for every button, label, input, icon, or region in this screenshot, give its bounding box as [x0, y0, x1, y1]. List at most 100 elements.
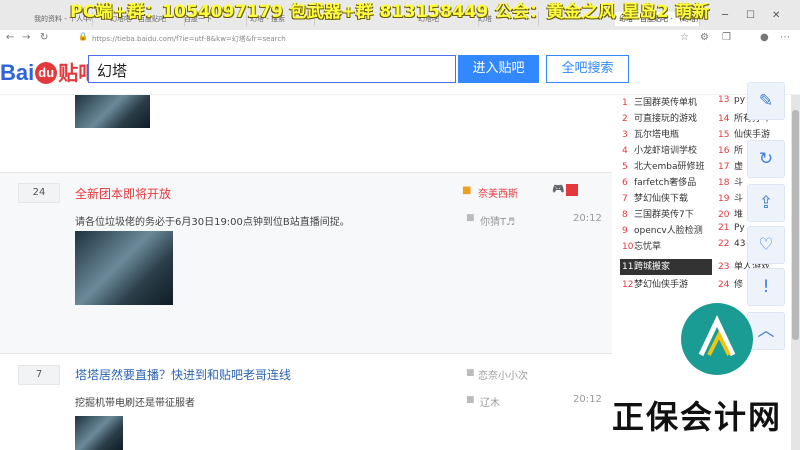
thread-image-partial[interactable] [75, 416, 123, 450]
all-search-button[interactable]: 全吧搜索 [546, 55, 629, 83]
thread-image-partial[interactable] [75, 95, 150, 128]
hot-name: 三国群英传7下 [634, 210, 694, 220]
hot-list-item[interactable]: 8 三国群英传7下 [622, 207, 694, 223]
star-icon[interactable]: ☆ [680, 32, 689, 43]
hot-list-item[interactable]: 5 北大emba研修班 [622, 159, 705, 175]
hot-name: farfetch奢侈品 [634, 178, 697, 188]
hot-rank: 15 [718, 130, 730, 140]
hot-name: py [734, 95, 746, 105]
refresh-sync-icon[interactable]: ↻ [747, 140, 785, 178]
extensions-icon[interactable]: ⚙ [700, 32, 709, 43]
hot-list-item[interactable]: 18 斗 [718, 175, 743, 191]
collections-icon[interactable]: ❐ [722, 32, 731, 43]
hot-rank: 21 [718, 223, 730, 233]
hot-name: 忘忧草 [634, 242, 662, 252]
hot-list-item[interactable]: 19 斗 [718, 191, 743, 207]
lock-icon: 🔒 [78, 32, 88, 41]
enter-tieba-button[interactable]: 进入贴吧 [458, 55, 539, 83]
last-reply-user[interactable]: 你猜T♬ [480, 213, 515, 228]
hot-list-item[interactable]: 9 opencv人脸检测 [622, 223, 703, 239]
thread-desc: 请各位垃圾佬的务必于6月30日19:00点钟到位B站直播间捉。 [75, 217, 350, 228]
hot-name: 虚 [734, 162, 744, 172]
thread-author[interactable]: 奈美西斯 [478, 185, 518, 200]
report-icon[interactable]: ! [747, 268, 785, 306]
hot-name: opencv人脸检测 [634, 226, 703, 236]
favorite-heart-icon[interactable]: ♡ [747, 226, 785, 264]
vip-badge-icon [566, 184, 578, 196]
thread-author[interactable]: 恋奈小小次 [478, 367, 528, 382]
last-reply-user[interactable]: 辽木 [480, 394, 500, 409]
hot-rank: 17 [718, 162, 730, 172]
forward-icon[interactable]: → [22, 32, 30, 43]
hot-list-item[interactable]: 21 Py [718, 223, 745, 239]
hot-name: 跨城搬家 [634, 262, 671, 272]
hot-rank: 6 [622, 178, 628, 188]
minimize-icon[interactable]: ─ [722, 10, 728, 21]
hot-list-item-highlighted[interactable]: 11跨城搬家 [620, 259, 712, 275]
hot-rank: 19 [718, 194, 730, 204]
reply-count: 24 [18, 183, 60, 203]
hot-list-item[interactable]: 4 小龙虾培训学校 [622, 143, 697, 159]
close-icon[interactable]: ✕ [772, 10, 780, 21]
url-field[interactable]: https://tieba.baidu.com/f?ie=utf-8&kw=幻塔… [92, 34, 286, 44]
hot-rank: 16 [718, 146, 730, 156]
hot-list-item[interactable]: 6 farfetch奢侈品 [622, 175, 696, 191]
scrollbar-thumb[interactable] [792, 110, 799, 340]
thread-title[interactable]: 全新团本即将开放 [75, 185, 171, 202]
hot-list-item[interactable]: 1 三国群英传单机 [622, 95, 697, 111]
user-icon: ■ [466, 368, 475, 378]
search-input[interactable]: 幻塔 [88, 55, 456, 83]
hot-rank: 14 [718, 114, 730, 124]
hot-list-item[interactable]: 13 py [718, 95, 745, 111]
hot-name: 堆 [734, 210, 744, 220]
hot-name: 三国群英传单机 [634, 98, 698, 108]
maximize-icon[interactable]: ☐ [746, 10, 755, 21]
thread-title[interactable]: 塔塔居然要直播？快进到和贴吧老哥连线 [75, 366, 291, 383]
hot-list-item[interactable]: 17 虚 [718, 159, 743, 175]
hot-name: 梦幻仙侠手游 [634, 280, 689, 290]
hot-name: 斗 [734, 178, 744, 188]
hot-list-item[interactable]: 3 瓦尔塔电瓶 [622, 127, 679, 143]
baidu-tieba-logo[interactable]: Bai du 贴吧 [0, 57, 98, 86]
hot-rank: 1 [622, 98, 628, 108]
menu-icon[interactable]: ⋯ [780, 32, 790, 43]
hot-list-item[interactable]: 24 修 [718, 277, 743, 293]
hot-rank: 3 [622, 130, 628, 140]
logo-bai: Bai [0, 60, 35, 85]
reply-user-icon: ■ [466, 395, 475, 405]
thread-desc: 挖掘机带电刷还是带征服者 [75, 398, 195, 409]
hot-list-item[interactable]: 20 堆 [718, 207, 743, 223]
hot-name: 梦幻仙侠下载 [634, 194, 689, 204]
thread-item: 24 全新团本即将开放 ■ 奈美西斯 🎮 请各位垃圾佬的务必于6月30日19:0… [0, 173, 612, 353]
hot-name: 瓦尔塔电瓶 [634, 130, 680, 140]
hot-name: 可直接玩的游戏 [634, 114, 698, 124]
hot-rank: 7 [622, 194, 628, 204]
last-reply-time: 20:12 [573, 213, 602, 224]
thread-list: 24 全新团本即将开放 ■ 奈美西斯 🎮 请各位垃圾佬的务必于6月30日19:0… [0, 95, 612, 450]
hot-list-item[interactable]: 10忘忧草 [622, 239, 661, 255]
hot-list-item[interactable]: 22 43 [718, 239, 745, 255]
hot-rank: 22 [718, 239, 730, 249]
hot-rank: 18 [718, 178, 730, 188]
reply-count: 7 [18, 365, 60, 385]
hot-rank: 4 [622, 146, 628, 156]
hot-list-item[interactable]: 7 梦幻仙侠下载 [622, 191, 688, 207]
hot-rank: 8 [622, 210, 628, 220]
hot-list-item[interactable]: 12梦幻仙侠手游 [622, 277, 688, 293]
refresh-icon[interactable]: ↻ [40, 32, 48, 43]
thread-image[interactable] [75, 231, 173, 305]
reply-user-icon: ■ [466, 213, 475, 223]
back-icon[interactable]: ← [6, 32, 14, 43]
hot-name: 仙侠手游 [734, 130, 771, 140]
hot-rank: 20 [718, 210, 730, 220]
hot-rank: 2 [622, 114, 628, 124]
profile-icon[interactable]: ● [760, 32, 769, 43]
hot-list-item[interactable]: 2 可直接玩的游戏 [622, 111, 697, 127]
stream-overlay-text: PC端+群：1054097179 包武器+群 813158449 公会：黄金之风… [70, 2, 710, 22]
hot-name: 修 [734, 280, 744, 290]
user-icon: ■ [462, 185, 472, 196]
edit-icon[interactable]: ✎ [747, 82, 785, 120]
hot-list-item[interactable]: 16 所 [718, 143, 743, 159]
thread-item: 7 塔塔居然要直播？快进到和贴吧老哥连线 ■ 恋奈小小次 挖掘机带电刷还是带征服… [0, 354, 612, 450]
share-icon[interactable]: ⇪ [747, 184, 785, 222]
